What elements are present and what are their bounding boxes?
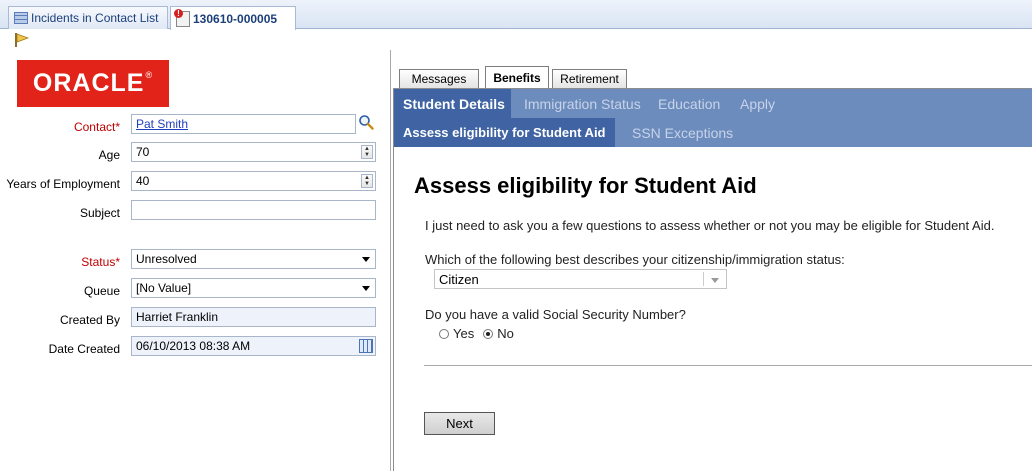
status-dropdown[interactable]: Unresolved (131, 249, 376, 269)
ssn-yes-label[interactable]: Yes (453, 326, 474, 341)
ssn-radio-group: Yes No (439, 326, 514, 341)
tab-incidents-in-contact-list[interactable]: Incidents in Contact List (8, 6, 168, 29)
status-label: Status* (81, 255, 120, 269)
nav-student-details[interactable]: Student Details (394, 89, 511, 118)
citizenship-question: Which of the following best describes yo… (425, 252, 845, 267)
age-field[interactable]: 70 ▲ ▼ (131, 142, 376, 162)
grid-icon (14, 12, 28, 24)
queue-value: [No Value] (136, 281, 192, 295)
date-created-label: Date Created (48, 342, 120, 356)
subject-field[interactable] (131, 200, 376, 220)
flag-icon[interactable] (13, 32, 31, 48)
nav-education[interactable]: Education (649, 89, 729, 118)
ssn-no-radio[interactable] (483, 328, 494, 339)
age-value: 70 (136, 145, 150, 159)
page-nav: Assess eligibility for Student Aid SSN E… (394, 118, 1032, 147)
subject-label: Subject (79, 206, 120, 220)
logo-text: ORACLE (32, 69, 145, 97)
section-divider (424, 365, 1032, 366)
ssn-no-label[interactable]: No (497, 326, 514, 341)
incident-icon (174, 8, 190, 27)
date-created-field[interactable]: 06/10/2013 08:38 AM (131, 336, 376, 356)
nav-immigration-status[interactable]: Immigration Status (515, 89, 650, 118)
chevron-down-icon (362, 257, 370, 262)
nav-ssn-exceptions[interactable]: SSN Exceptions (623, 118, 742, 147)
status-value: Unresolved (136, 252, 197, 266)
oracle-logo: ORACLE ® (17, 60, 169, 107)
years-of-employment-label: Years of Employment (6, 177, 120, 191)
calendar-icon[interactable] (359, 339, 373, 353)
contact-label: Contact* (73, 120, 120, 134)
benefits-frame: Student Details Immigration Status Educa… (393, 88, 1032, 471)
tab-retirement[interactable]: Retirement (552, 69, 627, 88)
years-of-employment-field[interactable]: 40 ▲ ▼ (131, 171, 376, 191)
citizenship-value: Citizen (439, 272, 479, 287)
sub-tab-strip: Messages Benefits Retirement (391, 66, 1032, 88)
tab-messages[interactable]: Messages (399, 69, 479, 88)
section-nav: Student Details Immigration Status Educa… (394, 89, 1032, 118)
years-value: 40 (136, 174, 150, 188)
created-by-field: Harriet Franklin (131, 307, 376, 327)
tab-label: 130610-000005 (193, 11, 278, 26)
tab-label: Incidents in Contact List (31, 11, 159, 25)
next-button[interactable]: Next (424, 412, 495, 435)
created-by-label: Created By (59, 313, 120, 327)
ssn-yes-radio[interactable] (439, 328, 449, 339)
contact-field[interactable]: Pat Smith (131, 114, 356, 134)
incident-details-panel: ORACLE ® Contact* Pat Smith Age 70 ▲ ▼ Yea… (0, 50, 390, 471)
years-spinner[interactable]: ▲ ▼ (361, 174, 373, 188)
page-title: Assess eligibility for Student Aid (414, 173, 757, 198)
queue-label: Queue (83, 284, 120, 298)
age-spinner[interactable]: ▲ ▼ (361, 145, 373, 159)
ssn-question: Do you have a valid Social Security Numb… (425, 307, 686, 322)
age-label: Age (98, 148, 120, 162)
queue-dropdown[interactable]: [No Value] (131, 278, 376, 298)
nav-apply[interactable]: Apply (731, 89, 784, 118)
chevron-down-icon (362, 286, 370, 291)
select-divider (703, 272, 704, 286)
intro-text: I just need to ask you a few questions t… (425, 218, 995, 233)
citizenship-select[interactable]: Citizen (434, 269, 727, 289)
nav-assess-eligibility[interactable]: Assess eligibility for Student Aid (394, 118, 615, 147)
logo-registered-mark: ® (145, 69, 154, 80)
tab-benefits[interactable]: Benefits (485, 66, 549, 88)
workspace-panel: Messages Benefits Retirement Student Det… (390, 50, 1032, 471)
document-tab-strip: Incidents in Contact List 130610-000005 (0, 0, 1032, 30)
date-created-value: 06/10/2013 08:38 AM (136, 339, 251, 353)
chevron-down-icon (711, 278, 719, 283)
tab-incident-130610-000005[interactable]: 130610-000005 (170, 6, 296, 30)
search-icon[interactable] (358, 114, 374, 130)
